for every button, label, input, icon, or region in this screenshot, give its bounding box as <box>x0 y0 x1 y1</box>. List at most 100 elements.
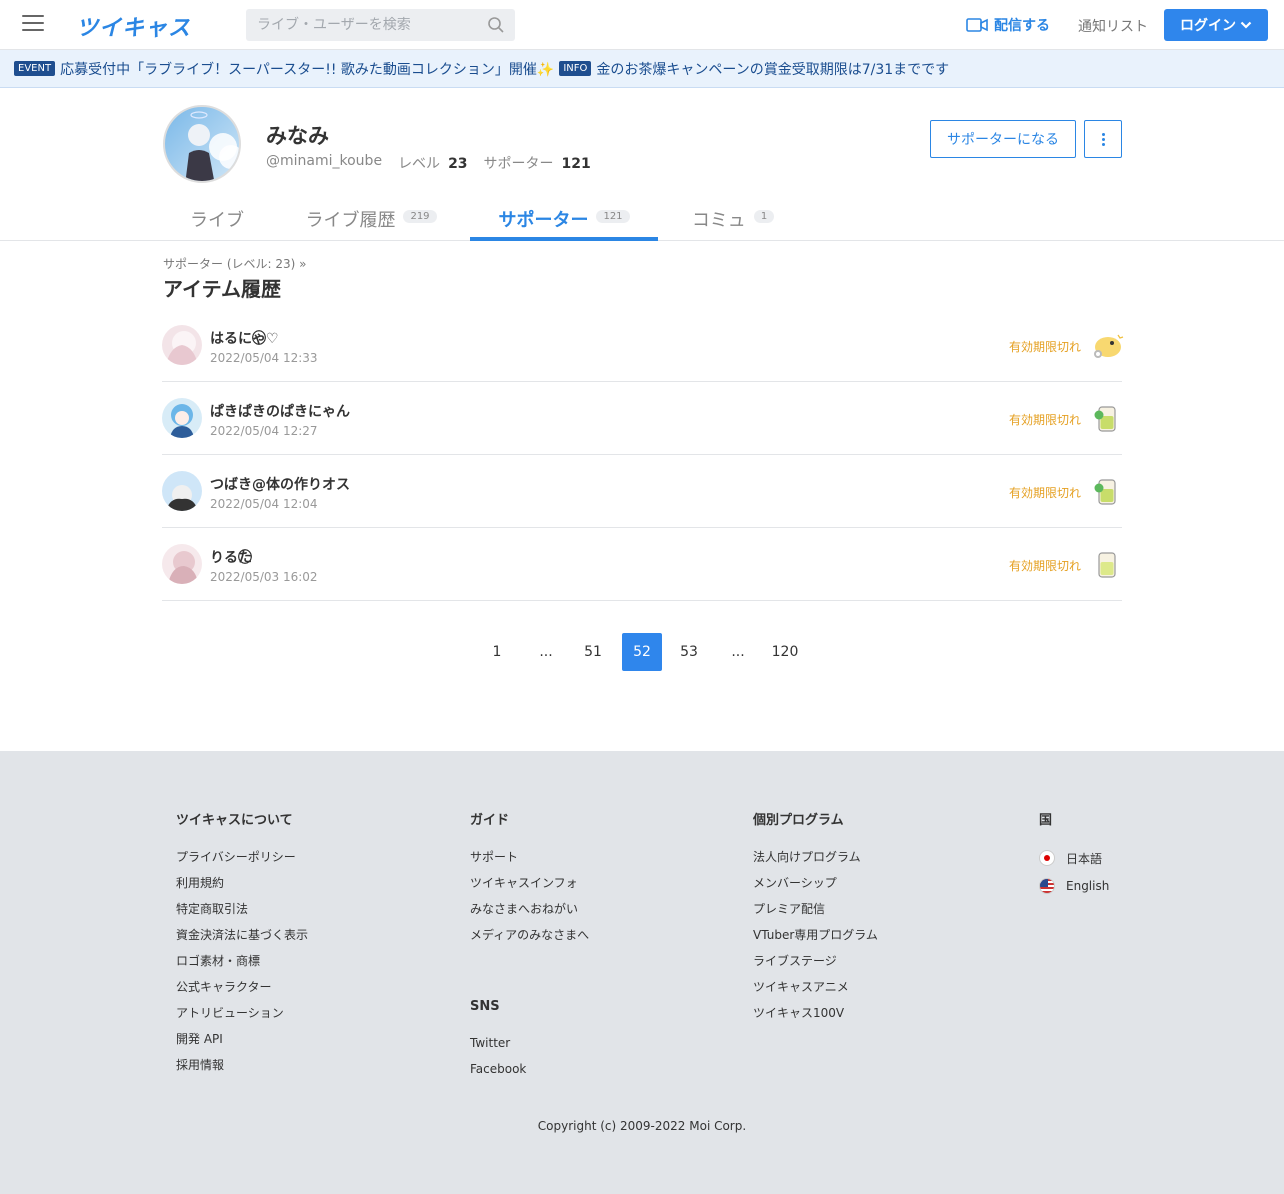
footer-heading: ツイキャスについて <box>176 813 293 828</box>
item-date: 2022/05/04 12:33 <box>210 351 318 365</box>
footer-link[interactable]: メディアのみなさまへ <box>470 927 589 953</box>
list-item[interactable]: はるにゃ⃝⃝♡ 2022/05/04 12:33 有効期限切れ <box>162 309 1124 382</box>
footer-link[interactable]: サポート <box>470 849 589 875</box>
page-link[interactable]: 53 <box>670 633 708 671</box>
tab-live[interactable]: ライブ <box>176 200 258 241</box>
footer-col-country: 国 日本語 English <box>1039 809 1109 900</box>
event-link[interactable]: 応募受付中「ラブライブ！スーパースター!! 歌みた動画コレクション」開催✨ <box>60 59 554 79</box>
language-japanese[interactable]: 日本語 <box>1039 844 1109 872</box>
login-button[interactable]: ログイン <box>1164 9 1268 41</box>
tea-cup-item-icon <box>1094 479 1116 505</box>
page-ellipsis: ... <box>731 644 745 660</box>
list-item[interactable]: ぱきぱきのぱきにゃん 2022/05/04 12:27 有効期限切れ <box>162 382 1122 455</box>
chevron-down-icon <box>1240 21 1252 29</box>
footer-link[interactable]: 採用情報 <box>176 1057 308 1083</box>
breadcrumb[interactable]: サポーター (レベル: 23) » <box>163 255 306 272</box>
login-label: ログイン <box>1180 18 1236 34</box>
supporter-value: 121 <box>561 156 591 172</box>
announcement-banner: EVENT 応募受付中「ラブライブ！スーパースター!! 歌みた動画コレクション」… <box>0 50 1284 88</box>
footer-heading: ガイド <box>470 813 510 828</box>
status-label: 有効期限切れ <box>1009 413 1082 427</box>
footer-link[interactable]: メンバーシップ <box>753 875 878 901</box>
menu-icon[interactable] <box>22 15 44 33</box>
footer-link[interactable]: プレミア配信 <box>753 901 878 927</box>
profile-tabs: ライブ ライブ履歴 219 サポーター 121 コミュ 1 <box>0 200 1284 241</box>
page-link[interactable]: 120 <box>766 633 804 671</box>
item-history-list: はるにゃ⃝⃝♡ 2022/05/04 12:33 有効期限切れ ぱきぱきのぱきに… <box>162 309 1124 601</box>
footer-link[interactable]: 利用規約 <box>176 875 308 901</box>
supporter-name[interactable]: りるた⃝⃝ <box>210 547 252 567</box>
page-link[interactable]: 51 <box>574 633 612 671</box>
avatar[interactable] <box>162 544 202 584</box>
footer-link[interactable]: 開発 API <box>176 1031 308 1057</box>
search-box <box>246 9 515 41</box>
footer-link[interactable]: ライブステージ <box>753 953 878 979</box>
search-icon[interactable] <box>487 16 505 34</box>
become-supporter-button[interactable]: サポーターになる <box>930 120 1076 158</box>
profile-name: みなみ <box>266 124 329 148</box>
footer-link[interactable]: みなさまへおねがい <box>470 901 589 927</box>
footer-col-about: ツイキャスについて プライバシーポリシー 利用規約 特定商取引法 資金決済法に基… <box>176 809 308 1083</box>
more-options-button[interactable] <box>1084 120 1122 158</box>
footer-link[interactable]: 資金決済法に基づく表示 <box>176 927 308 953</box>
list-item[interactable]: りるた⃝⃝ 2022/05/03 16:02 有効期限切れ <box>162 528 1122 601</box>
page-link[interactable]: 1 <box>478 633 516 671</box>
supporter-name[interactable]: つばき@体の作りオス <box>210 474 350 494</box>
footer-link[interactable]: VTuber専用プログラム <box>753 927 878 953</box>
header: ツイキャス 配信する 通知リスト ログイン <box>0 0 1284 50</box>
status-label: 有効期限切れ <box>1009 486 1082 500</box>
footer-link[interactable]: 特定商取引法 <box>176 901 308 927</box>
broadcast-button[interactable]: 配信する <box>966 15 1050 35</box>
footer-link[interactable]: アトリビューション <box>176 1005 308 1031</box>
video-camera-icon <box>966 18 988 32</box>
event-tag: EVENT <box>14 61 56 76</box>
profile-avatar[interactable] <box>163 105 241 183</box>
tea-cup-item-icon <box>1098 552 1116 578</box>
item-date: 2022/05/04 12:04 <box>210 497 318 511</box>
footer-col-guide: ガイド サポート ツイキャスインフォ みなさまへおねがい メディアのみなさまへ … <box>470 809 589 1087</box>
level-value: 23 <box>448 156 468 172</box>
avatar[interactable] <box>162 325 202 365</box>
page-current[interactable]: 52 <box>622 633 662 671</box>
copyright: Copyright (c) 2009-2022 Moi Corp. <box>537 1119 747 1133</box>
us-flag-icon <box>1039 878 1055 894</box>
notification-list-link[interactable]: 通知リスト <box>1078 16 1148 36</box>
item-date: 2022/05/04 12:27 <box>210 424 318 438</box>
info-link[interactable]: 金のお茶爆キャンペーンの賞金受取期限は7/31までです <box>596 59 949 79</box>
tab-count: 219 <box>403 210 437 223</box>
list-item[interactable]: つばき@体の作りオス 2022/05/04 12:04 有効期限切れ <box>162 455 1122 528</box>
avatar[interactable] <box>162 471 202 511</box>
tab-supporters[interactable]: サポーター 121 <box>470 200 658 241</box>
footer-link[interactable]: 公式キャラクター <box>176 979 308 1005</box>
footer-link[interactable]: ロゴ素材・商標 <box>176 953 308 979</box>
site-logo[interactable]: ツイキャス <box>76 10 191 42</box>
supporter-name[interactable]: はるにゃ⃝⃝♡ <box>210 328 279 348</box>
footer-link[interactable]: ツイキャスインフォ <box>470 875 589 901</box>
japan-flag-icon <box>1039 850 1055 866</box>
supporter-name[interactable]: ぱきぱきのぱきにゃん <box>210 401 350 421</box>
tab-community[interactable]: コミュ 1 <box>680 200 786 241</box>
search-input[interactable] <box>246 9 476 41</box>
level-stat: レベル 23 <box>398 156 468 172</box>
page-ellipsis: ... <box>539 644 553 660</box>
footer-link[interactable]: Twitter <box>470 1035 589 1061</box>
footer-link[interactable]: Facebook <box>470 1061 589 1087</box>
language-english[interactable]: English <box>1039 872 1109 900</box>
profile-handle: @minami_koube <box>266 153 383 169</box>
footer-heading: 国 <box>1039 813 1053 828</box>
tea-cup-item-icon <box>1094 406 1116 432</box>
status-label: 有効期限切れ <box>1009 559 1082 573</box>
footer-heading: SNS <box>470 999 500 1014</box>
tab-live-history[interactable]: ライブ履歴 219 <box>294 200 448 241</box>
footer-link[interactable]: プライバシーポリシー <box>176 849 308 875</box>
avatar[interactable] <box>162 398 202 438</box>
item-date: 2022/05/03 16:02 <box>210 570 318 584</box>
footer-link[interactable]: ツイキャスアニメ <box>753 979 878 1005</box>
info-tag: INFO <box>559 61 592 76</box>
footer: ツイキャスについて プライバシーポリシー 利用規約 特定商取引法 資金決済法に基… <box>0 751 1284 1194</box>
section-title: アイテム履歴 <box>163 277 281 301</box>
footer-heading: 個別プログラム <box>753 813 844 828</box>
supporter-stat: サポーター 121 <box>483 156 591 172</box>
footer-link[interactable]: ツイキャス100V <box>753 1005 878 1031</box>
footer-link[interactable]: 法人向けプログラム <box>753 849 878 875</box>
